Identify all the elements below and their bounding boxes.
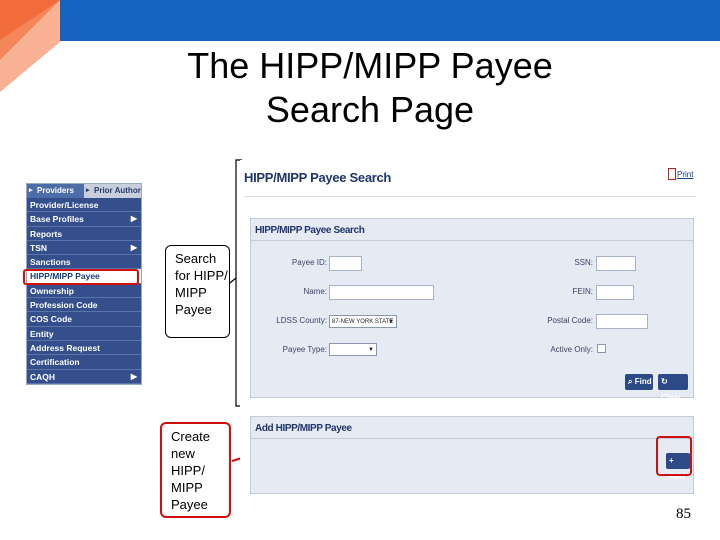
menu-item-provider-license[interactable]: Provider/License <box>27 198 141 213</box>
ssn-label: SSN: <box>574 258 593 267</box>
slide-title-line1: The HIPP/MIPP Payee <box>187 45 553 86</box>
page-number: 85 <box>676 506 691 522</box>
search-callout: Search for HIPP/ MIPP Payee <box>165 245 230 338</box>
menu-item-profession-code[interactable]: Profession Code <box>27 298 141 313</box>
fein-input[interactable] <box>596 285 634 300</box>
menu-item-base-profiles[interactable]: Base Profiles ▶ <box>27 212 141 227</box>
add-highlight-box <box>656 436 692 476</box>
active-only-checkbox[interactable] <box>597 344 606 353</box>
find-button[interactable]: ⌕ Find <box>625 374 653 390</box>
menu-item-address-request[interactable]: Address Request <box>27 340 141 356</box>
name-label: Name: <box>303 287 327 296</box>
payee-type-label: Payee Type: <box>282 345 327 354</box>
postal-code-input[interactable] <box>596 314 648 329</box>
menu-item-sanctions[interactable]: Sanctions <box>27 255 141 270</box>
slide-title-line2: Search Page <box>265 89 475 130</box>
menu-item-ownership[interactable]: Ownership <box>27 283 141 299</box>
postal-code-label: Postal Code: <box>547 316 593 325</box>
menu-item-caqh[interactable]: CAQH ▶ <box>27 369 141 384</box>
payee-id-label: Payee ID: <box>291 258 327 267</box>
slide-title: The HIPP/MIPP Payee Search Page <box>120 44 620 132</box>
submenu-arrow-icon: ▶ <box>130 242 137 252</box>
tab-prior-author[interactable]: ▸ Prior Author <box>84 184 141 198</box>
divider <box>244 196 696 197</box>
add-panel-heading: Add HIPP/MIPP Payee <box>251 417 693 439</box>
payee-search-screen: HIPP/MIPP Payee Search Print HIPP/MIPP P… <box>240 160 700 500</box>
chevron-down-icon: ▼ <box>388 319 394 325</box>
tab-providers[interactable]: ▸ Providers <box>27 184 84 198</box>
ldss-county-label: LDSS County: <box>276 316 327 325</box>
menu-highlight-box <box>23 269 139 285</box>
menu-item-tsn[interactable]: TSN ▶ <box>27 240 141 256</box>
chevron-right-icon: ▸ <box>86 187 90 194</box>
submenu-arrow-icon: ▶ <box>130 371 137 381</box>
add-panel: Add HIPP/MIPP Payee + Add <box>250 416 694 494</box>
top-bar <box>60 0 720 41</box>
menu-item-certification[interactable]: Certification <box>27 355 141 370</box>
active-only-label: Active Only: <box>550 345 593 354</box>
search-panel-heading: HIPP/MIPP Payee Search <box>251 219 693 241</box>
search-icon: ⌕ <box>628 377 633 386</box>
create-callout: Create new HIPP/ MIPP Payee <box>160 422 231 518</box>
clear-button[interactable]: ↻ Clear <box>658 374 688 402</box>
ssn-input[interactable] <box>596 256 636 271</box>
screen-title: HIPP/MIPP Payee Search <box>244 170 392 185</box>
menu-tabs: ▸ Providers ▸ Prior Author <box>27 184 141 198</box>
menu-item-cos-code[interactable]: COS Code <box>27 312 141 327</box>
payee-type-select[interactable]: ▼ <box>329 343 377 356</box>
menu-item-entity[interactable]: Entity <box>27 326 141 341</box>
fein-label: FEIN: <box>572 287 593 296</box>
search-panel: HIPP/MIPP Payee Search Payee ID: Name: L… <box>250 218 694 402</box>
chevron-down-icon: ▼ <box>368 347 374 353</box>
ldss-county-select[interactable]: 87-NEW YORK STATE ▼ <box>329 315 397 328</box>
menu-item-reports[interactable]: Reports <box>27 226 141 241</box>
name-input[interactable] <box>329 285 434 300</box>
refresh-icon: ↻ <box>661 377 668 386</box>
submenu-arrow-icon: ▶ <box>130 214 137 224</box>
print-icon[interactable] <box>668 168 676 180</box>
payee-id-input[interactable] <box>329 256 362 271</box>
chevron-right-icon: ▸ <box>29 187 33 194</box>
print-link[interactable]: Print <box>677 170 693 179</box>
